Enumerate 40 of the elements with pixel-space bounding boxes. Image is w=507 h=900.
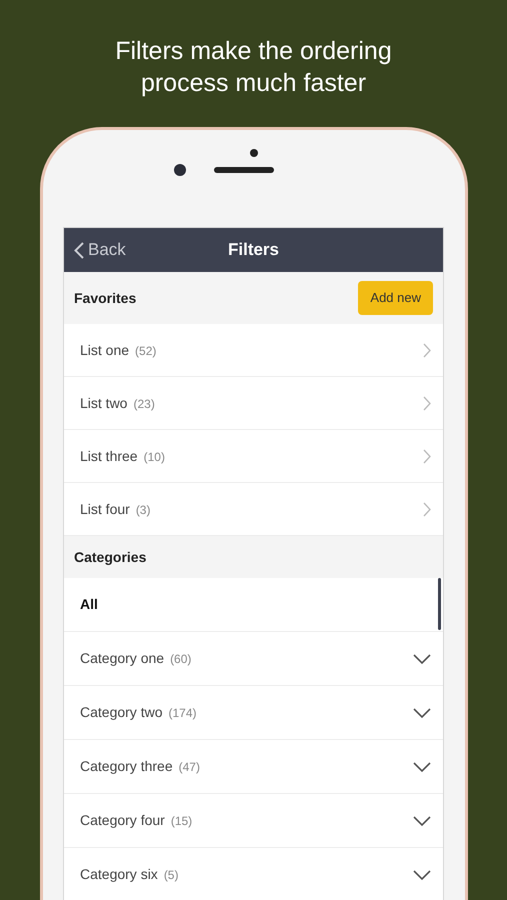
back-button[interactable]: Back	[64, 237, 126, 263]
camera-icon	[174, 164, 186, 176]
chevron-down-icon	[413, 762, 431, 772]
chevron-down-icon	[413, 654, 431, 664]
item-count: (5)	[164, 867, 178, 884]
headline: Filters make the ordering process much faster	[114, 36, 393, 99]
item-count: (52)	[135, 342, 156, 360]
scroll-bar	[438, 578, 441, 630]
item-count: (23)	[133, 396, 155, 412]
chevron-right-icon	[423, 448, 431, 464]
category-name: All	[80, 595, 98, 614]
section-title: Favorites	[74, 288, 136, 308]
back-chevron-icon	[74, 242, 84, 258]
category-name: Category one	[80, 649, 164, 668]
list-name: List two	[80, 394, 128, 412]
category-name: Category four	[80, 811, 165, 830]
chevron-right-icon	[423, 396, 431, 410]
list-name: List one	[80, 340, 130, 360]
item-count: (3)	[136, 502, 150, 518]
category-name: Category six	[80, 865, 158, 884]
front-sensor-icon	[250, 149, 258, 157]
chevron-down-icon	[413, 870, 431, 880]
item-count: (47)	[178, 759, 200, 776]
speaker-icon	[214, 167, 274, 173]
item-count: (174)	[168, 705, 196, 722]
add-new-button[interactable]: Add new	[358, 281, 433, 315]
list-name: List three	[80, 446, 138, 466]
chevron-right-icon	[423, 342, 431, 358]
chevron-right-icon	[423, 502, 431, 516]
item-count: (15)	[170, 813, 192, 830]
item-count: (10)	[144, 448, 165, 466]
list-name: List four	[80, 500, 130, 518]
category-item[interactable]: All	[64, 578, 443, 632]
category-name: Category three	[80, 757, 173, 776]
section-title: Categories	[74, 548, 146, 567]
screen-title: Filters	[228, 239, 280, 262]
chevron-down-icon	[413, 816, 431, 826]
item-count: (60)	[170, 651, 192, 668]
category-name: Category two	[80, 703, 162, 722]
chevron-down-icon	[413, 708, 431, 718]
